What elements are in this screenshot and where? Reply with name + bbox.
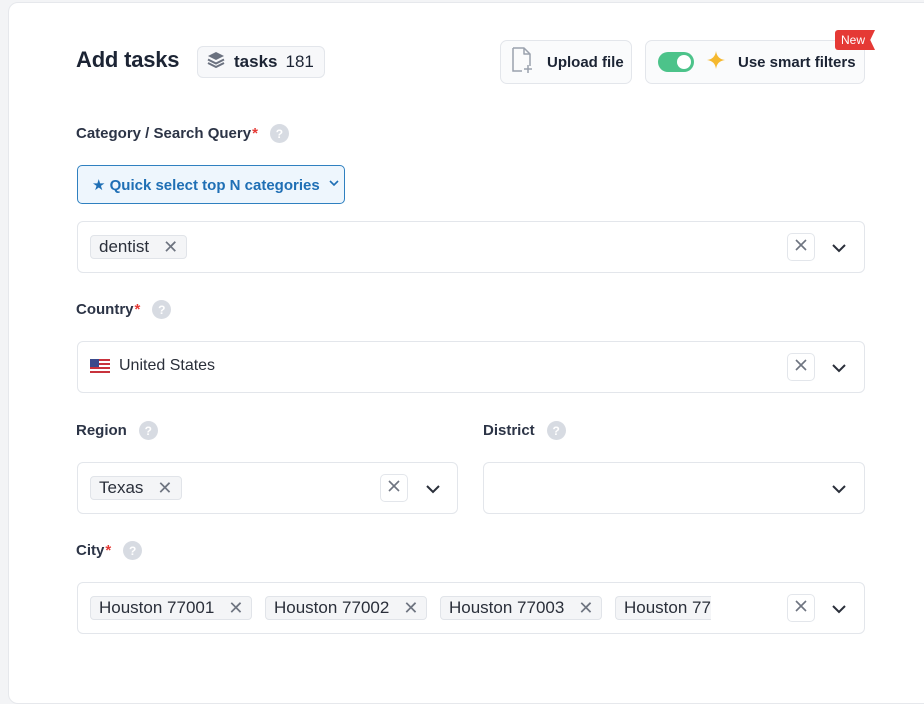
city-chip: Houston 77001 ✕ xyxy=(90,596,253,620)
region-label-row: Region ? xyxy=(76,421,158,440)
chevron-down-icon[interactable] xyxy=(829,358,849,378)
country-value: United States xyxy=(90,357,215,375)
clear-button[interactable] xyxy=(787,594,815,622)
chip-label: dentist xyxy=(99,237,150,256)
sparkle-icon xyxy=(706,50,726,74)
city-chip: Houston 77003 ✕ xyxy=(440,596,603,620)
chip-label: Texas xyxy=(99,478,144,497)
district-label-row: District ? xyxy=(483,421,566,440)
chip-label: Houston 77001 xyxy=(99,598,215,617)
tasks-count-badge: tasks 181 xyxy=(197,46,325,78)
chevron-down-icon[interactable] xyxy=(829,599,849,619)
required-mark: * xyxy=(252,125,258,142)
close-icon xyxy=(387,479,401,498)
quick-select-dropdown[interactable]: ★ Quick select top N categories xyxy=(77,165,345,204)
remove-chip-icon[interactable]: ✕ xyxy=(403,599,418,617)
new-badge: New xyxy=(835,30,876,50)
clear-button[interactable] xyxy=(787,233,815,261)
chip-label: Houston 77002 xyxy=(274,598,390,617)
country-name: United States xyxy=(119,357,216,374)
close-icon xyxy=(794,358,808,377)
help-icon[interactable]: ? xyxy=(546,421,566,440)
file-add-icon xyxy=(509,46,535,78)
country-label-row: Country * ? xyxy=(76,300,172,319)
help-icon[interactable]: ? xyxy=(269,124,289,143)
layers-icon xyxy=(206,50,226,75)
us-flag-icon xyxy=(90,359,110,373)
tasks-count: 181 xyxy=(285,52,314,71)
city-chip: Houston 77 xyxy=(615,596,711,620)
district-label: District xyxy=(483,422,535,439)
city-label-row: City * ? xyxy=(76,541,143,560)
district-select[interactable] xyxy=(483,462,865,514)
required-mark: * xyxy=(134,301,141,318)
close-icon xyxy=(794,238,808,257)
help-icon[interactable]: ? xyxy=(138,421,158,440)
close-icon xyxy=(794,599,808,618)
region-select[interactable]: Texas ✕ xyxy=(77,462,458,514)
city-label: City xyxy=(76,542,105,559)
help-icon[interactable]: ? xyxy=(152,300,172,319)
chevron-down-icon[interactable] xyxy=(423,479,443,499)
category-select[interactable]: dentist ✕ xyxy=(77,221,865,273)
category-chip: dentist ✕ xyxy=(90,235,188,259)
upload-file-label: Upload file xyxy=(547,53,624,71)
region-chip: Texas ✕ xyxy=(90,476,182,500)
chevron-down-icon[interactable] xyxy=(829,238,849,258)
remove-chip-icon[interactable]: ✕ xyxy=(228,599,243,617)
smart-filters-toggle[interactable] xyxy=(658,52,694,72)
chevron-down-icon[interactable] xyxy=(829,479,849,499)
required-mark: * xyxy=(105,542,112,559)
city-chip: Houston 77002 ✕ xyxy=(265,596,428,620)
clear-button[interactable] xyxy=(787,353,815,381)
chip-label: Houston 77 xyxy=(624,598,711,617)
smart-filters-button[interactable]: Use smart filters xyxy=(645,40,865,84)
chip-label: Houston 77003 xyxy=(449,598,565,617)
remove-chip-icon[interactable]: ✕ xyxy=(163,238,178,256)
page-title: Add tasks xyxy=(76,47,180,72)
remove-chip-icon[interactable]: ✕ xyxy=(578,599,593,617)
country-label: Country xyxy=(76,301,134,318)
help-icon[interactable]: ? xyxy=(123,541,143,560)
city-select[interactable]: Houston 77001 ✕ Houston 77002 ✕ Houston … xyxy=(77,582,865,634)
upload-file-button[interactable]: Upload file xyxy=(500,40,632,84)
category-label-row: Category / Search Query * ? xyxy=(76,124,289,143)
smart-filters-label: Use smart filters xyxy=(738,53,856,71)
clear-button[interactable] xyxy=(380,474,408,502)
country-select[interactable]: United States xyxy=(77,341,865,393)
category-label: Category / Search Query xyxy=(76,125,252,142)
chevron-down-icon xyxy=(328,176,340,193)
tasks-label: tasks xyxy=(234,52,278,71)
quick-select-label: ★ Quick select top N categories xyxy=(92,176,320,194)
region-label: Region xyxy=(76,422,127,439)
remove-chip-icon[interactable]: ✕ xyxy=(157,479,172,497)
